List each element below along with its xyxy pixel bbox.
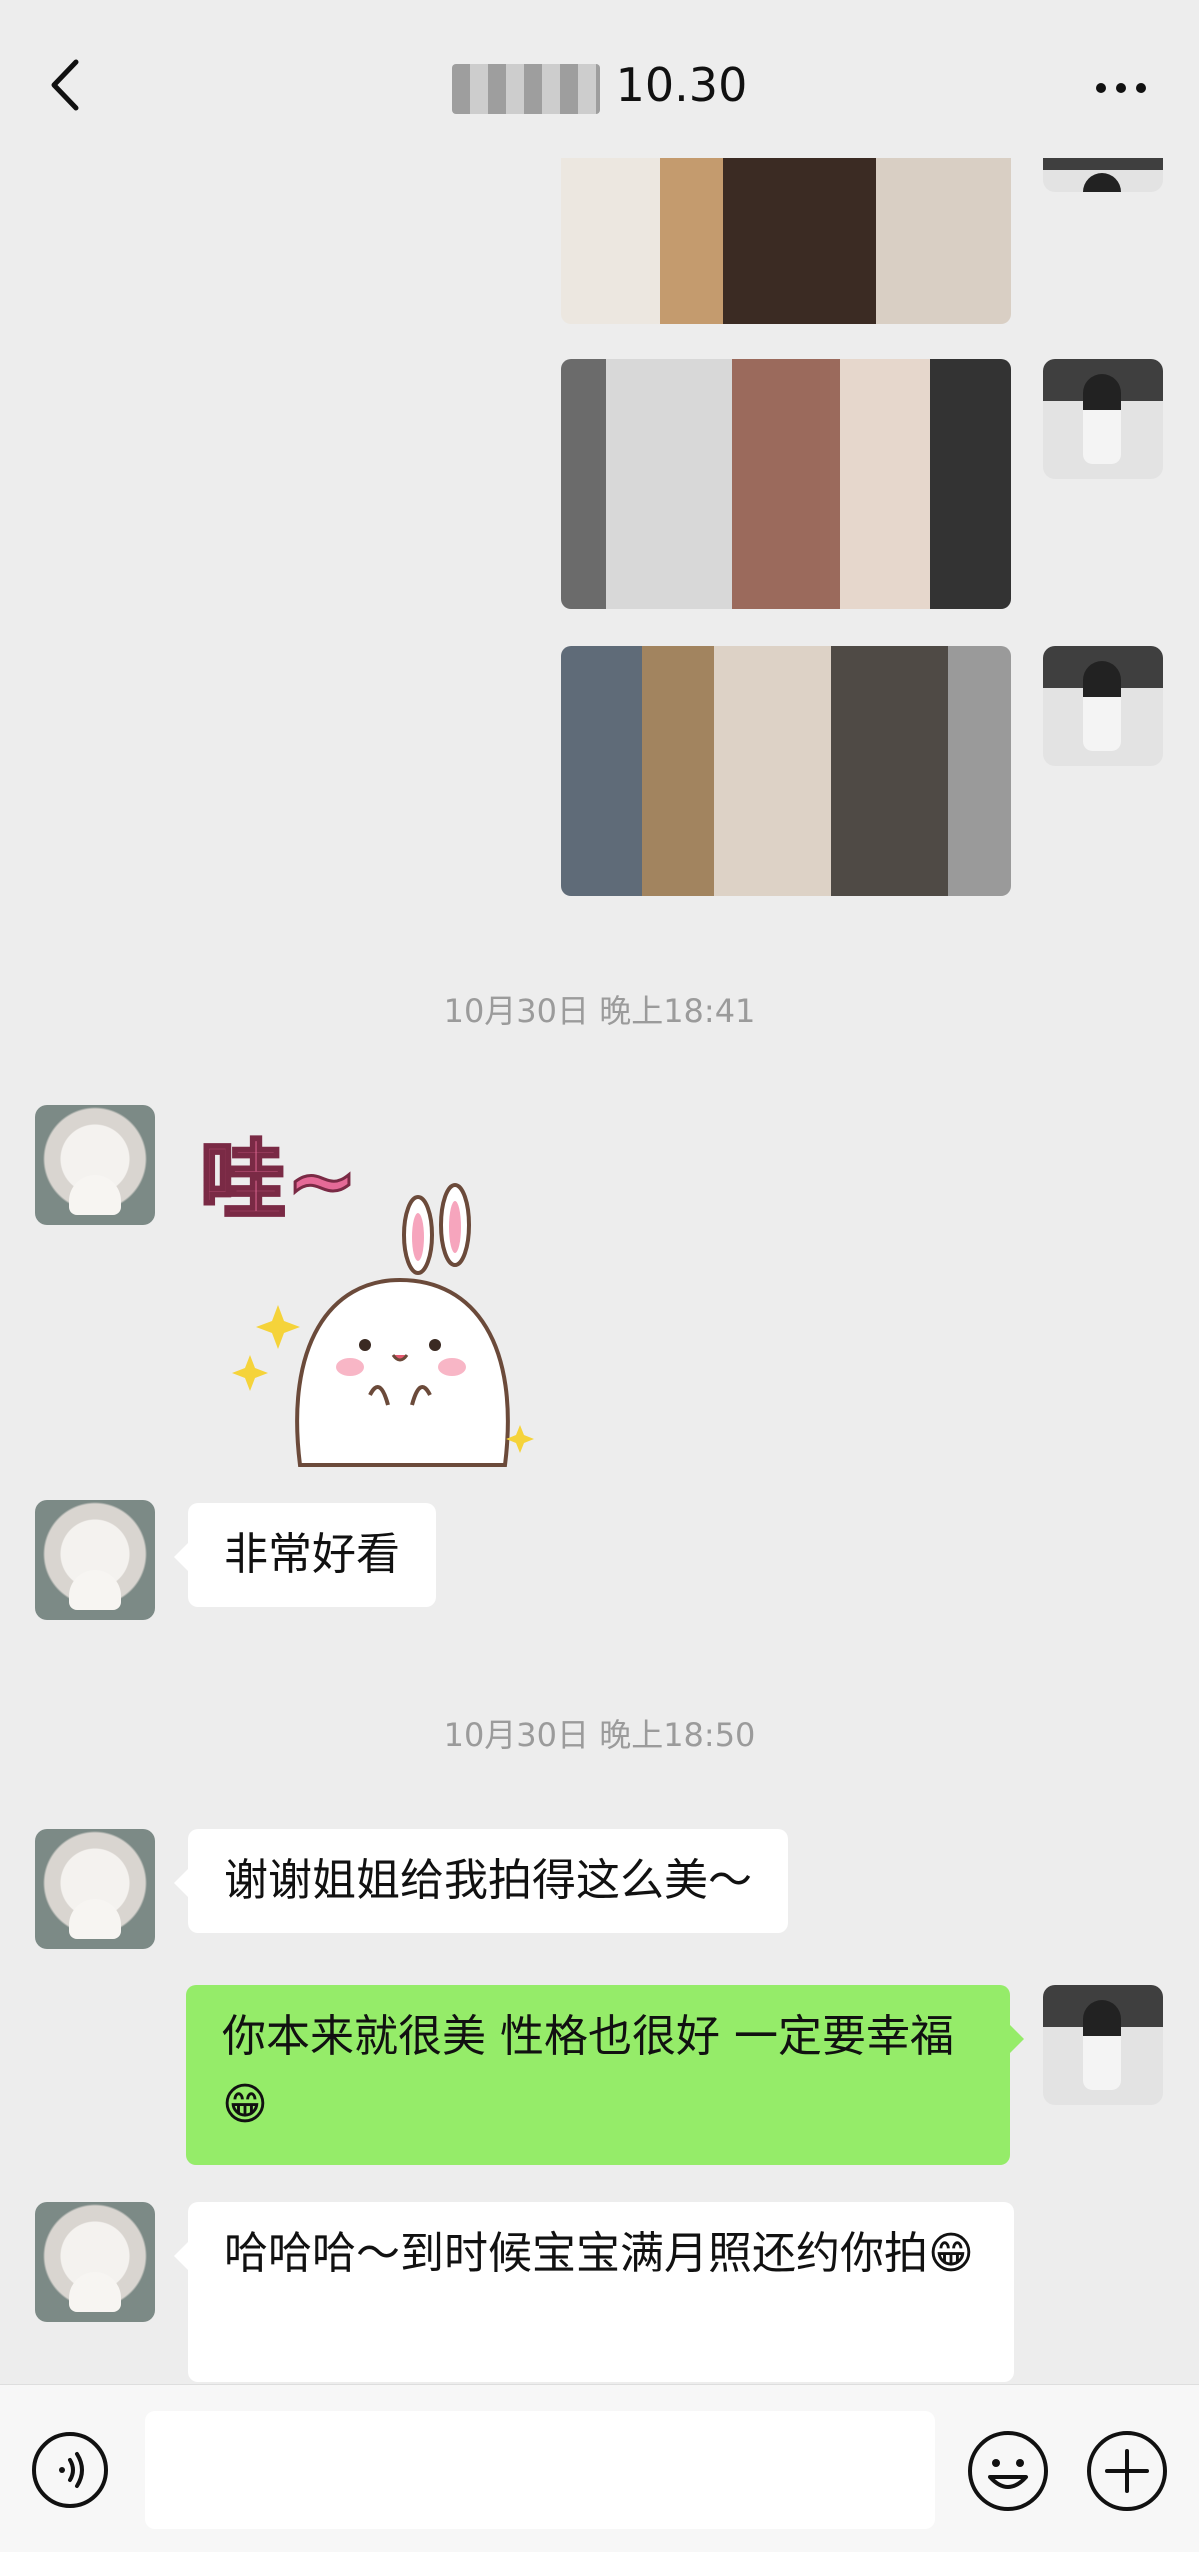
message-input[interactable] — [145, 2411, 935, 2529]
message-bubble[interactable]: 谢谢姐姐给我拍得这么美～ — [174, 1829, 788, 1933]
plus-icon — [1087, 2431, 1167, 2511]
more-button[interactable] — [1081, 56, 1161, 116]
self-avatar[interactable] — [1043, 359, 1163, 479]
chat-header: 10.30 — [0, 0, 1199, 158]
plus-button[interactable] — [1085, 2429, 1169, 2513]
message-bubble[interactable]: 非常好看 — [174, 1503, 436, 1607]
photo-message[interactable] — [561, 646, 1011, 896]
self-avatar[interactable] — [1043, 158, 1163, 192]
message-timestamp: 10月30日 晚上18:41 — [443, 992, 756, 1030]
self-message-bubble[interactable]: 你本来就很美 性格也很好 一定要幸福😁 — [186, 1985, 1024, 2165]
chat-title-text: 10.30 — [615, 58, 748, 112]
contact-avatar[interactable] — [35, 2202, 155, 2322]
contact-avatar[interactable] — [35, 1829, 155, 1949]
emoji-button[interactable] — [966, 2429, 1050, 2513]
input-toolbar — [0, 2384, 1199, 2552]
voice-icon — [32, 2432, 108, 2508]
chat-title: 10.30 — [0, 50, 1199, 120]
emoji-icon — [968, 2431, 1048, 2511]
contact-avatar[interactable] — [35, 1105, 155, 1225]
photo-message[interactable] — [561, 359, 1011, 609]
voice-button[interactable] — [30, 2430, 110, 2510]
contact-avatar[interactable] — [35, 1500, 155, 1620]
blurred-contact-name — [451, 63, 600, 114]
self-avatar[interactable] — [1043, 646, 1163, 766]
sticker-text: 哇~ — [200, 1131, 358, 1231]
message-bubble[interactable]: 哈哈哈～到时候宝宝满月照还约你拍😁 — [174, 2202, 1014, 2382]
sticker-message[interactable]: 哇~ — [190, 1115, 550, 1475]
self-avatar[interactable] — [1043, 1985, 1163, 2105]
more-dots-icon — [1096, 83, 1146, 93]
message-timestamp: 10月30日 晚上18:50 — [443, 1716, 756, 1754]
photo-message[interactable] — [561, 158, 1011, 324]
